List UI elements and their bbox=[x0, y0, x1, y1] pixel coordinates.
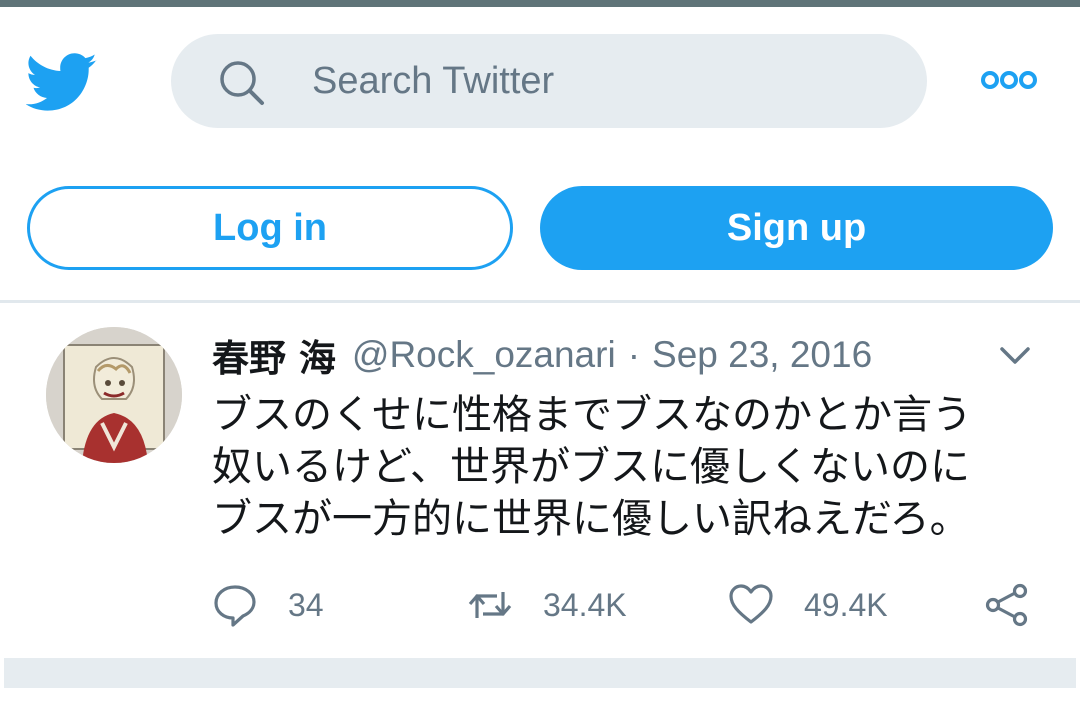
tweet-meta: 春野 海 @Rock_ozanari · Sep 23, 2016 bbox=[212, 330, 872, 380]
share-icon bbox=[985, 583, 1028, 627]
like-icon bbox=[729, 584, 773, 624]
search-icon bbox=[220, 61, 264, 105]
display-name[interactable]: 春野 海 bbox=[212, 328, 336, 382]
feed-separator bbox=[4, 658, 1076, 688]
reply-button[interactable]: 34 bbox=[212, 577, 324, 633]
avatar-image bbox=[46, 327, 182, 463]
tweet-card[interactable]: 春野 海 @Rock_ozanari · Sep 23, 2016 ブスのくせに… bbox=[0, 303, 1080, 658]
share-button[interactable] bbox=[984, 577, 1030, 633]
tweet-text: ブスのくせに性格までブスなのかとか言う 奴いるけど、世界がブスに優しくないのに … bbox=[212, 392, 972, 542]
like-count: 49.4K bbox=[804, 586, 888, 623]
search-input[interactable]: Search Twitter bbox=[171, 34, 927, 128]
retweet-count: 34.4K bbox=[543, 586, 627, 623]
tweet-date[interactable]: Sep 23, 2016 bbox=[652, 334, 872, 376]
avatar[interactable] bbox=[46, 327, 182, 463]
auth-buttons: Log in Sign up bbox=[0, 186, 1080, 272]
reply-icon bbox=[214, 585, 256, 627]
more-icon[interactable] bbox=[980, 69, 1038, 91]
like-button[interactable]: 49.4K bbox=[728, 577, 888, 633]
tweet-actions: 34 34.4K 49.4K bbox=[0, 577, 1080, 633]
reply-count: 34 bbox=[288, 586, 324, 623]
search-placeholder: Search Twitter bbox=[312, 60, 555, 102]
signup-button[interactable]: Sign up bbox=[540, 186, 1053, 270]
retweet-icon bbox=[468, 592, 512, 618]
status-strip bbox=[0, 0, 1080, 7]
login-button[interactable]: Log in bbox=[27, 186, 513, 270]
top-header: Search Twitter bbox=[0, 7, 1080, 157]
retweet-button[interactable]: 34.4K bbox=[467, 577, 627, 633]
chevron-down-icon[interactable] bbox=[998, 343, 1032, 367]
twitter-bird-icon[interactable] bbox=[26, 52, 98, 114]
meta-separator: · bbox=[627, 334, 641, 375]
user-handle[interactable]: @Rock_ozanari bbox=[352, 334, 616, 376]
